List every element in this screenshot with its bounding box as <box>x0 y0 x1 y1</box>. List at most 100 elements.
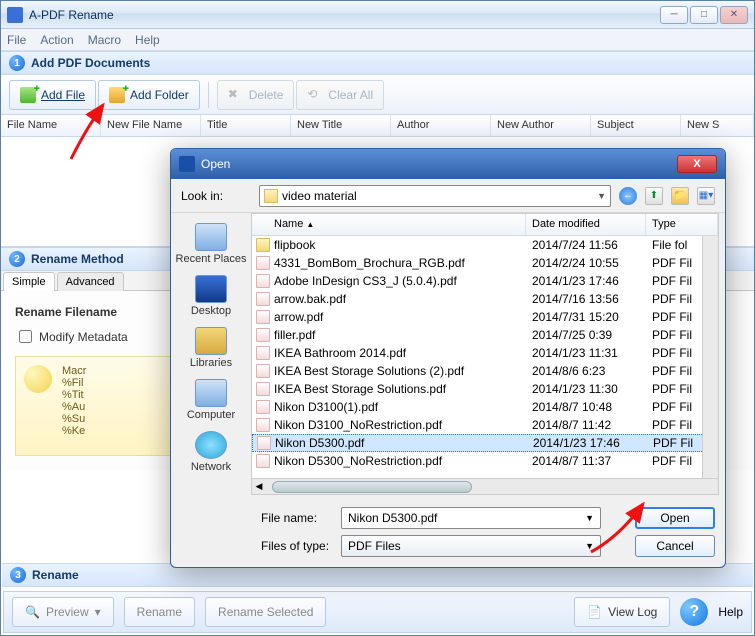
toolbar-separator <box>208 82 209 108</box>
rail-recent[interactable]: Recent Places <box>176 219 247 269</box>
titlebar: A-PDF Rename ─ □ ✕ <box>1 1 754 29</box>
menu-action[interactable]: Action <box>40 33 73 47</box>
col-filename[interactable]: File Name <box>1 115 101 136</box>
dialog-title: Open <box>201 157 677 171</box>
menu-macro[interactable]: Macro <box>88 33 121 47</box>
folder-icon <box>264 189 278 203</box>
menu-file[interactable]: File <box>7 33 26 47</box>
rail-desktop[interactable]: Desktop <box>191 271 231 321</box>
rename-button[interactable]: Rename <box>124 597 195 627</box>
file-row[interactable]: Nikon D3100_NoRestriction.pdf2014/8/7 11… <box>252 416 718 434</box>
col-date[interactable]: Date modified <box>526 214 646 235</box>
file-date-cell: 2014/7/31 15:20 <box>532 310 652 324</box>
col-subject[interactable]: Subject <box>591 115 681 136</box>
col-author[interactable]: Author <box>391 115 491 136</box>
rail-network[interactable]: Network <box>191 427 231 477</box>
file-row[interactable]: Nikon D5300.pdf2014/1/23 17:46PDF Fil <box>252 434 718 452</box>
rename-selected-button[interactable]: Rename Selected <box>205 597 326 627</box>
file-row[interactable]: IKEA Best Storage Solutions (2).pdf2014/… <box>252 362 718 380</box>
col-newfilename[interactable]: New File Name <box>101 115 201 136</box>
clear-all-button[interactable]: ⟲ Clear All <box>296 80 384 110</box>
folder-icon <box>256 238 270 252</box>
back-button[interactable]: ← <box>619 187 637 205</box>
rail-computer[interactable]: Computer <box>187 375 235 425</box>
pdf-icon <box>256 400 270 414</box>
modify-metadata-input[interactable] <box>19 330 32 343</box>
scroll-thumb[interactable] <box>272 481 472 493</box>
pdf-icon <box>256 454 270 468</box>
tab-simple[interactable]: Simple <box>3 272 55 291</box>
col-news[interactable]: New S <box>681 115 754 136</box>
vertical-scrollbar[interactable] <box>702 236 718 478</box>
file-row[interactable]: flipbook2014/7/24 11:56File fol <box>252 236 718 254</box>
file-row[interactable]: filler.pdf2014/7/25 0:39PDF Fil <box>252 326 718 344</box>
file-row[interactable]: IKEA Best Storage Solutions.pdf2014/1/23… <box>252 380 718 398</box>
help-icon[interactable]: ? <box>680 598 708 626</box>
col-name[interactable]: Name ▲ <box>252 214 526 235</box>
file-row[interactable]: arrow.pdf2014/7/31 15:20PDF Fil <box>252 308 718 326</box>
add-file-button[interactable]: Add File <box>9 80 96 110</box>
step3-badge: 3 <box>10 567 26 583</box>
file-date-cell: 2014/1/23 11:31 <box>532 346 652 360</box>
file-name-cell: IKEA Best Storage Solutions.pdf <box>274 382 532 396</box>
view-menu-button[interactable]: ▦▾ <box>697 187 715 205</box>
col-title[interactable]: Title <box>201 115 291 136</box>
file-name-cell: IKEA Bathroom 2014.pdf <box>274 346 532 360</box>
preview-button[interactable]: 🔍 Preview ▾ <box>12 597 114 627</box>
clear-all-label: Clear All <box>328 88 373 102</box>
dialog-titlebar: Open X <box>171 149 725 179</box>
tip-text: Macr %Fil %Tit %Au %Su %Ke <box>62 365 86 447</box>
file-date-cell: 2014/1/23 17:46 <box>533 436 653 450</box>
file-row[interactable]: Nikon D3100(1).pdf2014/8/7 10:48PDF Fil <box>252 398 718 416</box>
file-date-cell: 2014/8/6 6:23 <box>532 364 652 378</box>
view-log-button[interactable]: 📄 View Log <box>574 597 670 627</box>
delete-label: Delete <box>249 88 284 102</box>
pdf-icon <box>256 418 270 432</box>
bulb-icon <box>24 365 52 393</box>
look-in-combo[interactable]: video material ▼ <box>259 185 611 207</box>
add-file-icon <box>20 87 36 103</box>
file-name-cell: Nikon D5300_NoRestriction.pdf <box>274 454 532 468</box>
file-row[interactable]: 4331_BomBom_Brochura_RGB.pdf2014/2/24 10… <box>252 254 718 272</box>
rename-heading: Rename Filename <box>15 305 117 319</box>
file-pane-header: Name ▲ Date modified Type <box>252 214 718 236</box>
horizontal-scrollbar[interactable]: ◀ <box>252 478 718 494</box>
dialog-body: Recent Places Desktop Libraries Computer… <box>171 213 725 501</box>
file-list[interactable]: flipbook2014/7/24 11:56File fol4331_BomB… <box>252 236 718 478</box>
col-newauthor[interactable]: New Author <box>491 115 591 136</box>
step2-badge: 2 <box>9 251 25 267</box>
file-date-cell: 2014/8/7 10:48 <box>532 400 652 414</box>
add-folder-button[interactable]: Add Folder <box>98 80 200 110</box>
file-row[interactable]: arrow.bak.pdf2014/7/16 13:56PDF Fil <box>252 290 718 308</box>
toolbar: Add File Add Folder ✖ Delete ⟲ Clear All <box>1 75 754 115</box>
file-name-combo[interactable]: Nikon D5300.pdf▼ <box>341 507 601 529</box>
file-name-cell: arrow.pdf <box>274 310 532 324</box>
up-button[interactable]: ⬆ <box>645 187 663 205</box>
pdf-icon <box>256 292 270 306</box>
close-button[interactable]: ✕ <box>720 6 748 24</box>
file-name-cell: IKEA Best Storage Solutions (2).pdf <box>274 364 532 378</box>
cancel-button[interactable]: Cancel <box>635 535 715 557</box>
dialog-close-button[interactable]: X <box>677 155 717 173</box>
col-type[interactable]: Type <box>646 214 718 235</box>
file-name-cell: Nikon D3100(1).pdf <box>274 400 532 414</box>
file-row[interactable]: IKEA Bathroom 2014.pdf2014/1/23 11:31PDF… <box>252 344 718 362</box>
new-folder-button[interactable]: 📁 <box>671 187 689 205</box>
minimize-button[interactable]: ─ <box>660 6 688 24</box>
file-type-combo[interactable]: PDF Files▼ <box>341 535 601 557</box>
col-newtitle[interactable]: New Title <box>291 115 391 136</box>
help-label[interactable]: Help <box>718 605 743 619</box>
window-title: A-PDF Rename <box>29 8 660 22</box>
maximize-button[interactable]: □ <box>690 6 718 24</box>
open-button[interactable]: Open <box>635 507 715 529</box>
rail-libraries[interactable]: Libraries <box>190 323 232 373</box>
file-row[interactable]: Adobe InDesign CS3_J (5.0.4).pdf2014/1/2… <box>252 272 718 290</box>
menu-help[interactable]: Help <box>135 33 160 47</box>
tab-advanced[interactable]: Advanced <box>57 272 124 291</box>
file-row[interactable]: Nikon D5300_NoRestriction.pdf2014/8/7 11… <box>252 452 718 470</box>
file-pane: Name ▲ Date modified Type flipbook2014/7… <box>251 213 719 495</box>
delete-button[interactable]: ✖ Delete <box>217 80 295 110</box>
pdf-icon <box>256 382 270 396</box>
modify-metadata-label: Modify Metadata <box>39 330 128 344</box>
add-folder-icon <box>109 87 125 103</box>
